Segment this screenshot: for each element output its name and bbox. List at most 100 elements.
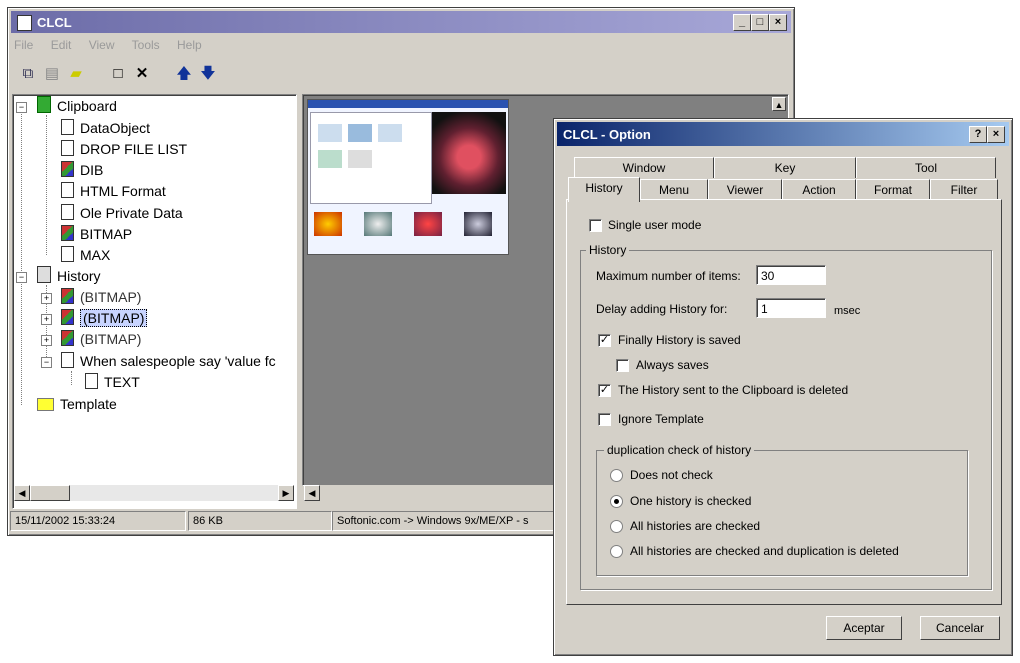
- bitmap-icon: [61, 225, 74, 241]
- ok-button[interactable]: Aceptar: [826, 616, 902, 640]
- tree-connector: [21, 107, 22, 405]
- history-group-title: History: [586, 243, 630, 257]
- history-item-expander[interactable]: −: [41, 357, 52, 368]
- tab-tool[interactable]: Tool: [856, 157, 996, 178]
- tree-hscrollbar[interactable]: ◀ ▶: [14, 485, 294, 501]
- max-items-label: Maximum number of items:: [596, 269, 741, 283]
- document-icon: [61, 140, 74, 156]
- preview-scroll-button[interactable]: ▲: [772, 97, 786, 111]
- dup-option-all-histories-deleted-radio[interactable]: [610, 545, 623, 558]
- dup-option-all-histories-radio[interactable]: [610, 520, 623, 533]
- tree-item-max[interactable]: MAX: [61, 245, 110, 265]
- arrow-up-icon[interactable]: 🡅: [174, 64, 194, 84]
- tree-item-dataobject[interactable]: DataObject: [61, 118, 150, 138]
- maximize-button[interactable]: □: [751, 14, 769, 31]
- delay-unit-label: msec: [834, 305, 861, 317]
- tree-history-item[interactable]: (BITMAP): [61, 287, 141, 307]
- menu-view[interactable]: View: [89, 38, 115, 52]
- document-icon: [61, 204, 74, 220]
- tab-filter[interactable]: Filter: [930, 179, 998, 200]
- paste-icon[interactable]: ▤: [42, 64, 62, 84]
- single-user-mode-label: Single user mode: [608, 218, 702, 232]
- delete-icon[interactable]: ✕: [132, 64, 152, 84]
- minimize-button[interactable]: _: [733, 14, 751, 31]
- tree-clipboard[interactable]: Clipboard: [37, 96, 117, 116]
- tree-history-item-selected[interactable]: (BITMAP): [61, 308, 148, 328]
- tree-item-html-format[interactable]: HTML Format: [61, 181, 166, 201]
- always-saves-checkbox[interactable]: [616, 359, 629, 372]
- copy-icon[interactable]: ⧉: [18, 64, 38, 84]
- tab-menu[interactable]: Menu: [640, 179, 708, 200]
- dialog-close-button[interactable]: ×: [987, 126, 1005, 143]
- finally-saved-checkbox[interactable]: ✓: [598, 334, 611, 347]
- delay-input[interactable]: 1: [756, 298, 826, 318]
- tab-key[interactable]: Key: [714, 157, 856, 178]
- folder-icon[interactable]: ▰: [66, 64, 86, 84]
- history-item-expander[interactable]: +: [41, 293, 52, 304]
- close-button[interactable]: ×: [769, 14, 787, 31]
- status-date: 15/11/2002 15:33:24: [10, 511, 186, 531]
- max-items-input[interactable]: 30: [756, 265, 826, 285]
- tab-format[interactable]: Format: [856, 179, 930, 200]
- dialog-title-bar[interactable]: CLCL - Option ? ×: [557, 122, 1009, 146]
- history-sent-deleted-label: The History sent to the Clipboard is del…: [618, 383, 849, 397]
- menu-tools[interactable]: Tools: [132, 38, 160, 52]
- cancel-button[interactable]: Cancelar: [920, 616, 1000, 640]
- tab-viewer[interactable]: Viewer: [708, 179, 782, 200]
- main-title-bar[interactable]: CLCL _ □ ×: [11, 11, 791, 33]
- status-bar: 15/11/2002 15:33:24 86 KB Softonic.com -…: [10, 511, 560, 531]
- tree-item-drop-file-list[interactable]: DROP FILE LIST: [61, 139, 187, 159]
- tab-action[interactable]: Action: [782, 179, 856, 200]
- dup-option-label: One history is checked: [630, 494, 752, 508]
- tab-history[interactable]: History: [568, 177, 640, 202]
- tree-template[interactable]: Template: [37, 394, 117, 414]
- dup-option-one-history-radio[interactable]: [610, 495, 623, 508]
- scroll-right-button[interactable]: ▶: [278, 485, 294, 501]
- bitmap-icon: [61, 330, 74, 346]
- arrow-down-icon[interactable]: 🡇: [198, 64, 218, 84]
- status-source: Softonic.com -> Windows 9x/ME/XP - s: [332, 511, 560, 531]
- document-icon: [61, 246, 74, 262]
- tree-item-bitmap[interactable]: BITMAP: [61, 224, 132, 244]
- finally-saved-label: Finally History is saved: [618, 333, 741, 347]
- tree-pane[interactable]: − Clipboard DataObject DROP FILE LIST DI…: [12, 94, 297, 509]
- tree-item-dib[interactable]: DIB: [61, 160, 103, 180]
- main-window-title: CLCL: [37, 15, 72, 30]
- tree-history-item-text[interactable]: When salespeople say 'value fc: [61, 351, 276, 371]
- option-dialog: CLCL - Option ? × Window Key Tool Histor…: [553, 118, 1013, 656]
- delay-label: Delay adding History for:: [596, 302, 728, 316]
- tree-history[interactable]: History: [37, 266, 101, 286]
- tree-item-ole-private-data[interactable]: Ole Private Data: [61, 203, 183, 223]
- scroll-thumb[interactable]: [30, 485, 70, 501]
- ignore-template-label: Ignore Template: [618, 412, 704, 426]
- menu-edit[interactable]: Edit: [51, 38, 72, 52]
- always-saves-label: Always saves: [636, 358, 709, 372]
- bitmap-icon: [61, 309, 74, 325]
- dup-option-does-not-check-radio[interactable]: [610, 469, 623, 482]
- dup-option-label: Does not check: [630, 468, 713, 482]
- scroll-left-button[interactable]: ◀: [14, 485, 30, 501]
- tree-connector: [71, 371, 72, 385]
- preview-scroll-left-button[interactable]: ◀: [304, 485, 320, 501]
- status-size: 86 KB: [188, 511, 332, 531]
- tree-item-text[interactable]: TEXT: [85, 372, 140, 392]
- history-item-expander[interactable]: +: [41, 335, 52, 346]
- tree-history-item[interactable]: (BITMAP): [61, 329, 141, 349]
- clipboard-expander[interactable]: −: [16, 102, 27, 113]
- history-expander[interactable]: −: [16, 272, 27, 283]
- ignore-template-checkbox[interactable]: [598, 413, 611, 426]
- tab-window[interactable]: Window: [574, 157, 714, 178]
- single-user-mode-checkbox[interactable]: [589, 219, 602, 232]
- history-item-expander[interactable]: +: [41, 314, 52, 325]
- help-button[interactable]: ?: [969, 126, 987, 143]
- new-document-icon[interactable]: □: [108, 64, 128, 84]
- document-icon: [61, 119, 74, 135]
- text-icon: [85, 373, 98, 389]
- menu-help[interactable]: Help: [177, 38, 202, 52]
- preview-hscrollbar[interactable]: ◀: [304, 485, 559, 501]
- bitmap-icon: [61, 288, 74, 304]
- tree-connector: [46, 115, 47, 255]
- dup-option-label: All histories are checked: [630, 519, 761, 533]
- menu-file[interactable]: File: [14, 38, 33, 52]
- history-sent-deleted-checkbox[interactable]: ✓: [598, 384, 611, 397]
